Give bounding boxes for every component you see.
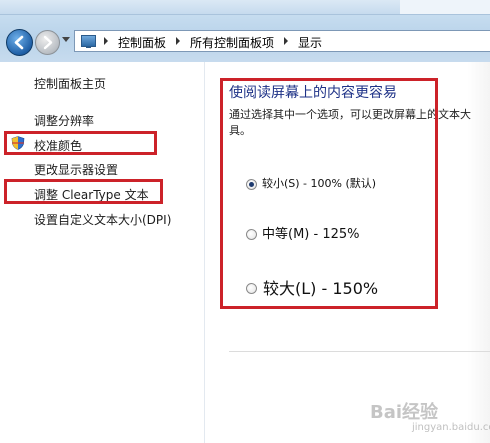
highlight-box-cleartype [4,179,163,204]
highlight-box-calibrate [4,131,157,155]
forward-button[interactable] [35,30,60,55]
back-arrow-icon [14,35,24,50]
recent-pages-dropdown[interactable] [62,37,70,42]
sidebar-item-custom-dpi[interactable]: 设置自定义文本大小(DPI) [34,211,171,228]
forward-arrow-icon [43,35,53,50]
sidebar [0,62,205,443]
sidebar-item-home[interactable]: 控制面板主页 [34,75,106,92]
address-bar[interactable]: 控制面板 所有控制面板项 显示 [74,30,490,52]
breadcrumb-separator-icon[interactable] [104,37,108,45]
breadcrumb-control-panel[interactable]: 控制面板 [118,34,166,51]
breadcrumb-separator-icon[interactable] [284,37,288,45]
section-divider [229,351,490,352]
sidebar-item-monitor-settings[interactable]: 更改显示器设置 [34,161,118,178]
title-strip-block [400,0,490,14]
watermark-url: jingyan.baidu.com [412,422,490,433]
breadcrumb-all-items[interactable]: 所有控制面板项 [190,34,274,51]
watermark: Bai经验 [370,402,439,423]
breadcrumb-separator-icon[interactable] [176,37,180,45]
sidebar-item-resolution[interactable]: 调整分辨率 [34,112,94,129]
control-panel-icon-stand [86,46,91,48]
highlight-box-options [220,78,438,309]
breadcrumb-display[interactable]: 显示 [298,34,322,51]
back-button[interactable] [6,29,33,56]
